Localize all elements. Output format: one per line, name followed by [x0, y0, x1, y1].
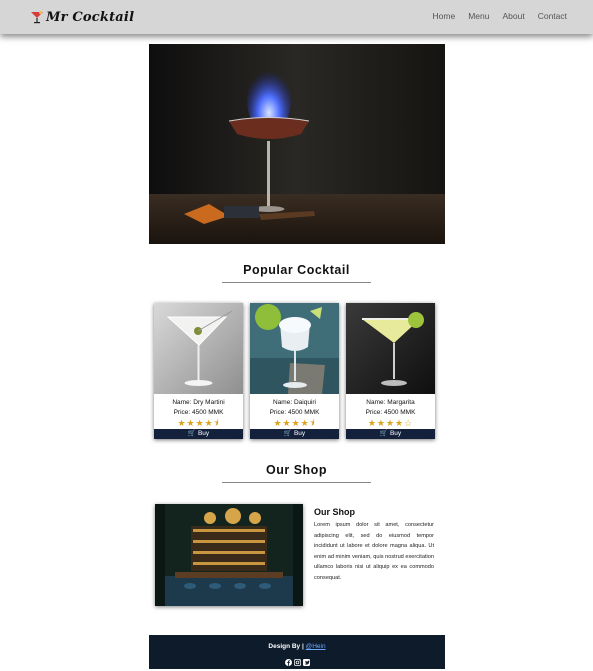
- footer: Design By | @Hein: [149, 635, 445, 669]
- card-price: Price: 4500 MMK: [365, 409, 416, 416]
- hero-image: [149, 44, 445, 244]
- shop-title-divider: [222, 482, 371, 483]
- daiquiri-image: [250, 303, 339, 394]
- nav-contact[interactable]: Contact: [538, 11, 567, 21]
- shop-description: Lorem ipsum dolor sit amet, consectetur …: [314, 522, 434, 581]
- cocktail-card-daiquiri: Name: Daiquiri Price: 4500 MMK ★★★★⯨ 🛒 Bu…: [250, 303, 339, 439]
- cart-icon: 🛒: [187, 430, 196, 437]
- cocktail-card-margarita: Name: Margarita Price: 4500 MMK ★★★★☆ 🛒 B…: [346, 303, 435, 439]
- author-link[interactable]: @Hein: [306, 643, 326, 650]
- dry-martini-image: [154, 303, 243, 394]
- cart-icon: 🛒: [283, 430, 292, 437]
- card-name: Name: Margarita: [366, 399, 415, 406]
- instagram-icon[interactable]: [293, 653, 301, 667]
- margarita-image: [346, 303, 435, 394]
- buy-button[interactable]: 🛒 Buy: [154, 429, 243, 439]
- star-rating: ★★★★⯨: [273, 418, 316, 428]
- popular-title-divider: [222, 282, 371, 283]
- navbar: Mr Cocktail Home Menu About Contact: [0, 0, 593, 34]
- cocktail-card-dry-martini: Name: Dry Martini Price: 4500 MMK ★★★★⯨ …: [154, 303, 243, 439]
- cart-icon: 🛒: [379, 430, 388, 437]
- nav-links: Home Menu About Contact: [433, 11, 567, 21]
- buy-label: Buy: [197, 430, 210, 437]
- cocktail-glass-icon: [31, 11, 43, 24]
- buy-button[interactable]: 🛒 Buy: [250, 429, 339, 439]
- popular-cocktail-title: Popular Cocktail: [243, 263, 350, 277]
- star-rating: ★★★★⯨: [177, 418, 220, 428]
- brand-logo[interactable]: Mr Cocktail: [30, 8, 134, 26]
- buy-label: Buy: [293, 430, 306, 437]
- shop-image: [155, 504, 303, 606]
- social-icons: [149, 653, 445, 667]
- shop-heading: Our Shop: [314, 507, 355, 517]
- our-shop-title: Our Shop: [266, 463, 327, 477]
- buy-label: Buy: [389, 430, 402, 437]
- design-by-label: Design By |: [268, 643, 304, 650]
- nav-home[interactable]: Home: [433, 11, 456, 21]
- card-name: Name: Daiquiri: [273, 399, 316, 406]
- twitter-icon[interactable]: [302, 653, 310, 666]
- card-price: Price: 4500 MMK: [173, 409, 224, 416]
- star-rating: ★★★★☆: [367, 418, 414, 428]
- facebook-icon[interactable]: [284, 653, 292, 666]
- footer-credit: Design By | @Hein: [149, 643, 445, 650]
- brand-name: Mr Cocktail: [46, 9, 135, 25]
- card-name: Name: Dry Martini: [172, 399, 225, 406]
- nav-about[interactable]: About: [502, 11, 524, 21]
- nav-menu[interactable]: Menu: [468, 11, 489, 21]
- buy-button[interactable]: 🛒 Buy: [346, 429, 435, 439]
- card-price: Price: 4500 MMK: [269, 409, 320, 416]
